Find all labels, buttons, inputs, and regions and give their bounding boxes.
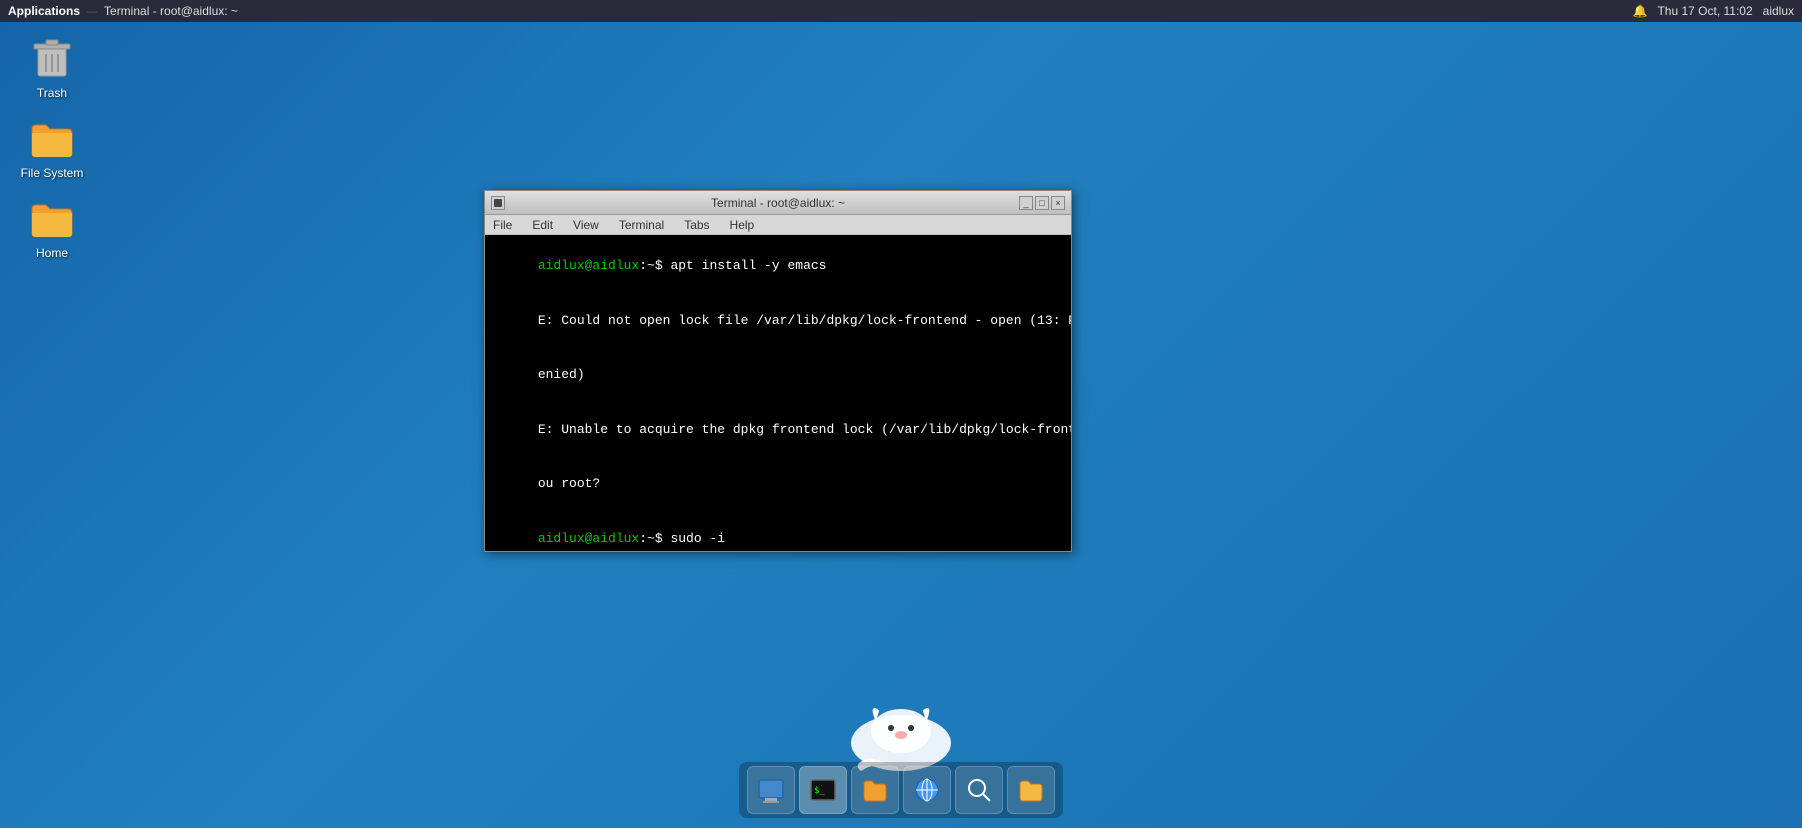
topbar: Applications — Terminal - root@aidlux: ~… — [0, 0, 1802, 22]
menu-terminal[interactable]: Terminal — [615, 218, 668, 232]
terminal-titlebar: Terminal - root@aidlux: ~ _ □ × — [485, 191, 1071, 215]
home-icon — [28, 194, 76, 242]
datetime: Thu 17 Oct, 11:02 — [1657, 4, 1752, 18]
desktop-icon-trash[interactable]: Trash — [12, 30, 92, 104]
desktop-icon-home[interactable]: Home — [12, 190, 92, 264]
terminal-line-1: aidlux@aidlux:~$ apt install -y emacs — [491, 239, 1065, 294]
taskbar-desktop[interactable] — [747, 766, 795, 814]
desktop-icon-filesystem[interactable]: File System — [12, 110, 92, 184]
terminal-line-5: ou root? — [491, 457, 1065, 512]
username-display: aidlux — [1763, 4, 1794, 18]
close-button[interactable]: × — [1051, 196, 1065, 210]
terminal-body[interactable]: aidlux@aidlux:~$ apt install -y emacs E:… — [485, 235, 1071, 551]
minimize-button[interactable]: _ — [1019, 196, 1033, 210]
home-label: Home — [36, 246, 68, 260]
applications-menu[interactable]: Applications — [8, 4, 80, 18]
bird-mascot — [841, 693, 961, 773]
taskbar-browser[interactable] — [903, 766, 951, 814]
terminal-window: Terminal - root@aidlux: ~ _ □ × File Edi… — [484, 190, 1072, 552]
taskbar: $_ — [739, 762, 1063, 818]
topbar-left: Applications — Terminal - root@aidlux: ~ — [8, 4, 238, 18]
terminal-title-text: Terminal - root@aidlux: ~ — [711, 196, 845, 210]
terminal-line-2: E: Could not open lock file /var/lib/dpk… — [491, 294, 1065, 349]
topbar-separator: — — [86, 4, 98, 18]
filesystem-label: File System — [21, 166, 84, 180]
topbar-right: 🔔 Thu 17 Oct, 11:02 aidlux — [1633, 4, 1794, 18]
network-icon: 🔔 — [1633, 4, 1648, 18]
trash-label: Trash — [37, 86, 67, 100]
filesystem-icon — [28, 114, 76, 162]
taskbar-terminal[interactable]: $_ — [799, 766, 847, 814]
menu-edit[interactable]: Edit — [528, 218, 557, 232]
menu-file[interactable]: File — [489, 218, 516, 232]
taskbar-files[interactable] — [851, 766, 899, 814]
terminal-line-3: enied) — [491, 348, 1065, 403]
window-buttons: _ □ × — [1019, 196, 1065, 210]
taskbar-search[interactable] — [955, 766, 1003, 814]
terminal-line-6: aidlux@aidlux:~$ sudo -i — [491, 512, 1065, 551]
menu-view[interactable]: View — [569, 218, 603, 232]
terminal-line-4: E: Unable to acquire the dpkg frontend l… — [491, 403, 1065, 458]
topbar-terminal-title: Terminal - root@aidlux: ~ — [104, 4, 238, 18]
trash-icon — [28, 34, 76, 82]
window-icon — [491, 196, 505, 210]
window-control-area — [491, 196, 505, 210]
menu-tabs[interactable]: Tabs — [680, 218, 713, 232]
maximize-button[interactable]: □ — [1035, 196, 1049, 210]
menu-help[interactable]: Help — [726, 218, 759, 232]
terminal-menubar: File Edit View Terminal Tabs Help — [485, 215, 1071, 235]
taskbar-folder[interactable] — [1007, 766, 1055, 814]
svg-text:$_: $_ — [814, 786, 825, 796]
